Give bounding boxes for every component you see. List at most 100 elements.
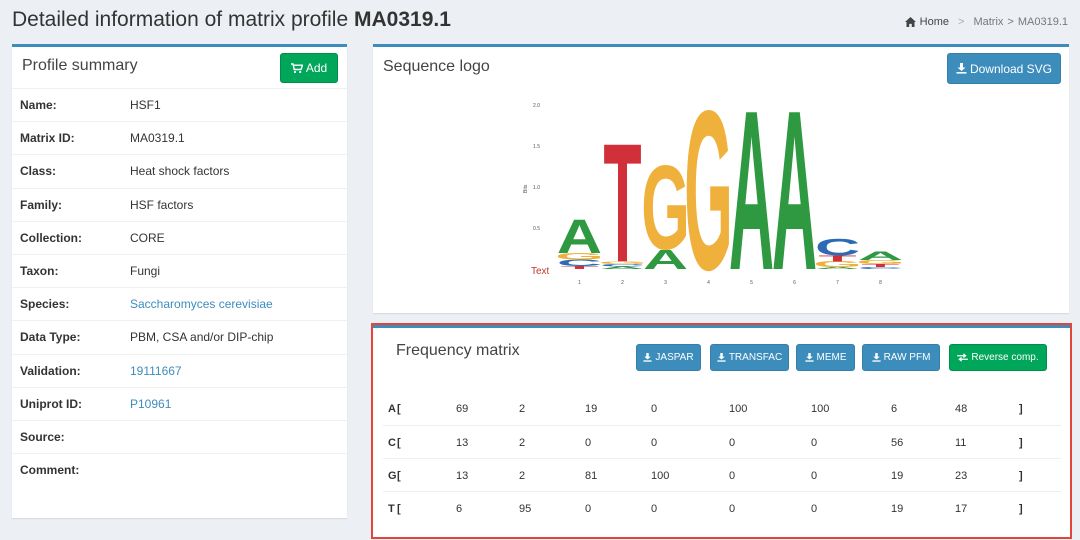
matrix-cell: 0 xyxy=(651,403,658,415)
add-button[interactable]: Add xyxy=(280,53,338,83)
matrix-row-base: C xyxy=(388,437,396,449)
summary-value: MA0319.1 xyxy=(130,131,185,146)
logo-letter-G: G xyxy=(684,64,733,313)
matrix-cell: 81 xyxy=(585,470,598,482)
summary-value[interactable]: 19111667 xyxy=(130,364,182,378)
matrix-cell: 56 xyxy=(891,437,904,449)
summary-row: Comment: xyxy=(12,453,347,486)
y-tick-label: 2.0 xyxy=(533,103,540,109)
matrix-open-bracket: [ xyxy=(397,403,401,415)
page-title: Detailed information of matrix profile M… xyxy=(12,8,451,32)
matrix-cell: 0 xyxy=(811,470,818,482)
summary-label: Comment: xyxy=(20,463,80,478)
summary-label: Matrix ID: xyxy=(20,131,75,146)
logo-watermark: Text xyxy=(531,266,550,277)
matrix-row: C[13 2 0 0 0 0 56 11] xyxy=(383,425,1061,458)
matrix-cell: 48 xyxy=(955,403,968,415)
page-title-matrix-id: MA0319.1 xyxy=(354,8,451,31)
y-axis-label: Bits xyxy=(523,184,529,193)
profile-summary-table: Name: HSF1 Matrix ID: MA0319.1 Class: Heat sh… xyxy=(12,88,347,486)
summary-label: Validation: xyxy=(20,363,81,378)
logo-letter-A: A xyxy=(858,249,903,263)
summary-row: Source: xyxy=(12,419,347,453)
summary-value: PBM, CSA and/or DIP-chip xyxy=(130,330,274,345)
summary-row: Collection: CORE xyxy=(12,220,347,254)
download-icon xyxy=(717,353,726,362)
matrix-cell: 2 xyxy=(519,437,526,449)
frequency-matrix-title: Frequency matrix xyxy=(396,342,520,359)
matrix-open-bracket: [ xyxy=(397,503,401,515)
breadcrumb-matrix[interactable]: Matrix xyxy=(973,16,1003,28)
summary-value: Heat shock factors xyxy=(130,164,230,179)
matrix-close-bracket: ] xyxy=(1019,403,1023,415)
download-icon xyxy=(871,353,881,362)
sequence-logo-chart: 2.01.51.00.5Bits1 2 3 4 5 6 7 8TCGAACGT AGGAAAGT… xyxy=(523,64,905,313)
summary-row: Family: HSF factors xyxy=(12,187,347,221)
matrix-cell: 6 xyxy=(891,403,898,415)
summary-label: Name: xyxy=(20,98,57,113)
summary-row: Species: Saccharomyces cerevisiae xyxy=(12,287,347,320)
meme-download-button[interactable]: MEME xyxy=(796,344,855,371)
matrix-cell: 100 xyxy=(729,403,748,415)
breadcrumb-current: MA0319.1 xyxy=(1017,16,1068,28)
summary-value: HSF1 xyxy=(130,98,161,113)
summary-row: Uniprot ID: P10961 xyxy=(12,386,347,420)
summary-label: Data Type: xyxy=(20,330,81,345)
reverse-complement-label: Reverse comp. xyxy=(971,352,1039,363)
breadcrumb-separator: > xyxy=(958,16,965,28)
matrix-cell: 13 xyxy=(456,470,469,482)
matrix-cell: 0 xyxy=(811,503,818,515)
matrix-cell: 95 xyxy=(519,503,532,515)
summary-row: Taxon: Fungi xyxy=(12,253,347,287)
raw-pfm-download-button[interactable]: RAW PFM xyxy=(862,344,940,371)
logo-letter-A: A xyxy=(557,209,602,263)
matrix-close-bracket: ] xyxy=(1019,437,1023,449)
x-tick-label: 8 xyxy=(879,280,882,286)
cart-icon xyxy=(290,62,303,73)
download-icon xyxy=(643,353,652,362)
jaspar-download-button[interactable]: JASPAR xyxy=(636,344,701,371)
summary-row: Matrix ID: MA0319.1 xyxy=(12,121,347,154)
logo-letter-G: G xyxy=(641,142,690,275)
transfac-download-button[interactable]: TRANSFAC xyxy=(710,344,789,371)
summary-label: Uniprot ID: xyxy=(20,396,82,411)
matrix-cell: 19 xyxy=(891,503,904,515)
summary-value[interactable]: Saccharomyces cerevisiae xyxy=(130,297,273,311)
profile-summary-title: Profile summary xyxy=(22,57,138,74)
jaspar-label: JASPAR xyxy=(655,352,694,363)
logo-letter-A: A xyxy=(729,64,774,313)
matrix-cell: 0 xyxy=(585,437,592,449)
matrix-cell: 6 xyxy=(456,503,463,515)
matrix-close-bracket: ] xyxy=(1019,503,1023,515)
matrix-cell: 2 xyxy=(519,470,526,482)
reverse-complement-button[interactable]: Reverse comp. xyxy=(949,344,1047,371)
page-title-prefix: Detailed information of matrix profile xyxy=(12,8,349,31)
summary-row: Class: Heat shock factors xyxy=(12,154,347,187)
summary-value: HSF factors xyxy=(130,197,194,212)
matrix-cell: 19 xyxy=(585,403,598,415)
y-tick-label: 1.5 xyxy=(533,144,540,150)
exchange-icon xyxy=(957,353,969,362)
logo-letter-T: T xyxy=(603,109,641,299)
logo-letter-C: C xyxy=(815,234,860,261)
y-tick-label: 0.5 xyxy=(533,226,540,232)
matrix-cell: 100 xyxy=(811,403,830,415)
transfac-label: TRANSFAC xyxy=(728,352,783,363)
summary-label: Family: xyxy=(20,197,63,212)
summary-value: CORE xyxy=(130,230,165,245)
summary-label: Taxon: xyxy=(20,264,59,279)
breadcrumb-home[interactable]: Home xyxy=(920,16,949,28)
matrix-cell: 0 xyxy=(811,437,818,449)
summary-value[interactable]: P10961 xyxy=(130,397,171,411)
x-tick-label: 1 xyxy=(578,280,581,286)
add-button-label: Add xyxy=(305,61,328,75)
matrix-row: T[6 95 0 0 0 0 19 17] xyxy=(383,491,1061,524)
summary-label: Class: xyxy=(20,164,57,179)
summary-row: Validation: 19111667 xyxy=(12,353,347,387)
matrix-close-bracket: ] xyxy=(1019,470,1023,482)
summary-label: Species: xyxy=(20,297,70,312)
matrix-row-base: G xyxy=(388,470,397,482)
matrix-cell: 23 xyxy=(955,470,968,482)
x-tick-label: 3 xyxy=(664,280,667,286)
matrix-open-bracket: [ xyxy=(397,470,401,482)
